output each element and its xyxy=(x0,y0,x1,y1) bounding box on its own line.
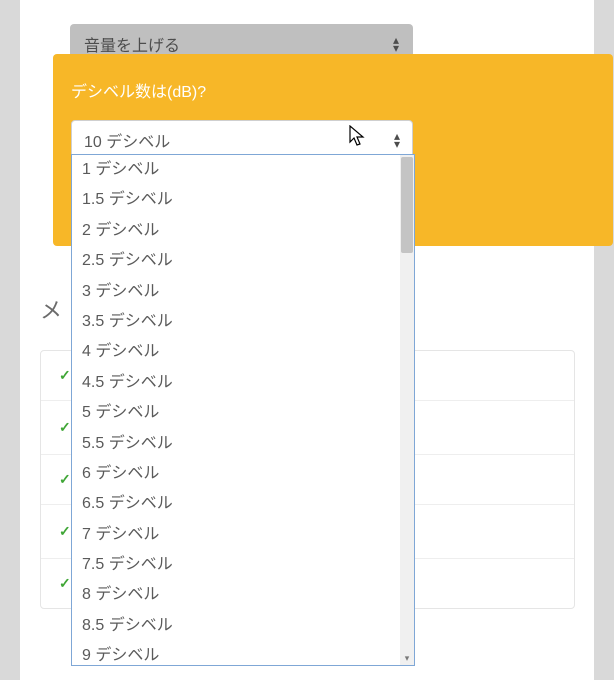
volume-action-label: 音量を上げる xyxy=(84,32,180,56)
decibel-option[interactable]: 9 デシベル xyxy=(72,641,414,665)
decibel-option[interactable]: 7 デシベル xyxy=(72,520,414,550)
decibel-option[interactable]: 8.5 デシベル xyxy=(72,611,414,641)
decibel-label: デシベル数は(dB)? xyxy=(71,78,613,102)
decibel-option[interactable]: 3.5 デシベル xyxy=(72,307,414,337)
page-surface: メ ✓ ✓ 下げたりする ✓ ✓ されます ✓ 3 音量を上げる ▴▾ デシベル… xyxy=(20,0,594,680)
check-icon: ✓ xyxy=(59,419,71,436)
decibel-dropdown[interactable]: 1 デシベル1.5 デシベル2 デシベル2.5 デシベル3 デシベル3.5 デシ… xyxy=(71,154,415,666)
check-icon: ✓ xyxy=(59,575,71,592)
decibel-option[interactable]: 4.5 デシベル xyxy=(72,368,414,398)
decibel-option[interactable]: 2 デシベル xyxy=(72,216,414,246)
decibel-option[interactable]: 4 デシベル xyxy=(72,337,414,367)
decibel-option[interactable]: 6 デシベル xyxy=(72,459,414,489)
decibel-dropdown-list[interactable]: 1 デシベル1.5 デシベル2 デシベル2.5 デシベル3 デシベル3.5 デシ… xyxy=(72,155,414,665)
scrollbar-track[interactable]: ▴ ▾ xyxy=(400,155,414,665)
select-indicator-icon: ▴▾ xyxy=(394,132,400,148)
decibel-option[interactable]: 1 デシベル xyxy=(72,155,414,185)
check-icon: ✓ xyxy=(59,367,71,384)
decibel-option[interactable]: 5 デシベル xyxy=(72,398,414,428)
decibel-option[interactable]: 3 デシベル xyxy=(72,277,414,307)
decibel-option[interactable]: 1.5 デシベル xyxy=(72,185,414,215)
scrollbar-down-icon[interactable]: ▾ xyxy=(400,651,414,665)
check-icon: ✓ xyxy=(59,471,71,488)
decibel-option[interactable]: 2.5 デシベル xyxy=(72,246,414,276)
check-icon: ✓ xyxy=(59,523,71,540)
decibel-option[interactable]: 5.5 デシベル xyxy=(72,429,414,459)
decibel-current-value: 10 デシベル xyxy=(84,128,170,152)
decibel-option[interactable]: 7.5 デシベル xyxy=(72,550,414,580)
scrollbar-thumb[interactable] xyxy=(401,157,413,253)
decibel-option[interactable]: 6.5 デシベル xyxy=(72,489,414,519)
select-indicator-icon: ▴▾ xyxy=(393,36,399,52)
section-title: メ xyxy=(40,293,62,325)
decibel-option[interactable]: 8 デシベル xyxy=(72,580,414,610)
